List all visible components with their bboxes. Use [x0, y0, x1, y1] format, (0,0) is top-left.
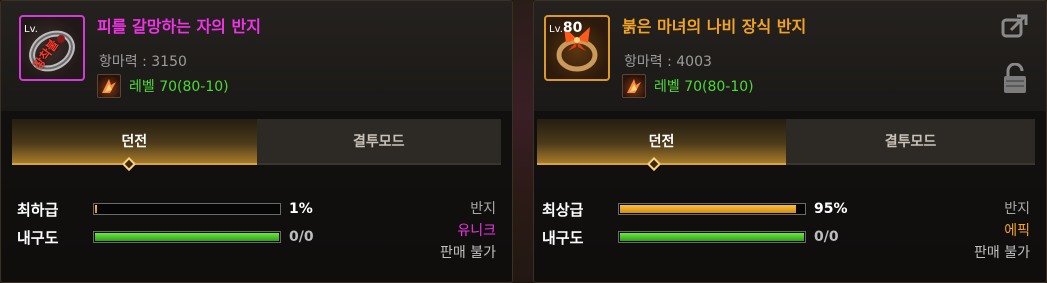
grade-bar-fill — [95, 205, 97, 213]
requirement-row: 레벨 70(80-10) — [97, 74, 229, 98]
lock-icon[interactable] — [1000, 62, 1030, 93]
grade-row: 최하급 1% — [17, 197, 313, 221]
durability-row: 내구도 0/0 — [17, 225, 314, 249]
magic-power: 항마력 : 3150 — [99, 54, 187, 70]
grade-value: 1% — [289, 201, 313, 217]
item-name: 붉은 마녀의 나비 장식 반지 — [622, 17, 807, 36]
item-type: 반지 — [1004, 201, 1030, 217]
sell-status: 판매 불가 — [974, 245, 1030, 261]
item-tooltip-blood-ring: Lv. 장착불 피를 갈망하는 자의 반지 항마력 : 3150 레벨 70(8… — [0, 0, 513, 283]
tab-dungeon[interactable]: 던전 — [12, 119, 257, 165]
item-tooltip-witch-ring: Lv.80 붉은 마녀의 나비 장식 반지 항마력 : 4003 레벨 70(8… — [533, 0, 1047, 283]
durability-value: 0/0 — [814, 229, 839, 245]
durability-bar-fill — [620, 233, 804, 241]
level-badge: Lv.80 — [549, 20, 583, 36]
durability-bar — [93, 231, 281, 243]
tab-pvp[interactable]: 결투모드 — [256, 119, 501, 165]
item-rarity: 유니크 — [457, 223, 496, 239]
item-meta: 반지 에픽 판매 불가 — [974, 198, 1030, 264]
grade-label: 최하급 — [17, 200, 59, 219]
grade-bar-fill — [620, 205, 796, 213]
tab-dungeon[interactable]: 던전 — [537, 119, 786, 165]
grade-label: 최상급 — [542, 200, 584, 219]
share-icon[interactable] — [1000, 13, 1030, 41]
item-meta: 반지 유니크 판매 불가 — [440, 198, 496, 264]
tab-pvp[interactable]: 결투모드 — [786, 119, 1035, 165]
item-icon[interactable]: Lv. 장착불 — [19, 15, 85, 81]
durability-bar-fill — [95, 233, 279, 241]
level-requirement: 레벨 70(80-10) — [654, 79, 754, 95]
durability-bar — [618, 231, 806, 243]
magic-power: 항마력 : 4003 — [624, 54, 712, 70]
durability-row: 내구도 0/0 — [542, 225, 839, 249]
item-name: 피를 갈망하는 자의 반지 — [97, 17, 261, 36]
class-icon — [622, 74, 646, 98]
grade-row: 최상급 95% — [542, 197, 848, 221]
requirement-row: 레벨 70(80-10) — [622, 74, 754, 98]
grade-bar — [618, 203, 806, 215]
item-rarity: 에픽 — [1004, 223, 1030, 239]
mode-tabs: 던전 결투모드 — [537, 119, 1035, 165]
grade-bar — [93, 203, 281, 215]
level-requirement: 레벨 70(80-10) — [129, 79, 229, 95]
level-badge: Lv. — [24, 24, 38, 35]
item-icon[interactable]: Lv.80 — [544, 15, 610, 81]
grade-value: 95% — [814, 201, 848, 217]
background-gap — [513, 0, 533, 283]
durability-label: 내구도 — [542, 228, 584, 247]
durability-label: 내구도 — [17, 228, 59, 247]
mode-tabs: 던전 결투모드 — [12, 119, 501, 165]
item-type: 반지 — [470, 201, 496, 217]
class-icon — [97, 74, 121, 98]
durability-value: 0/0 — [289, 229, 314, 245]
sell-status: 판매 불가 — [440, 245, 496, 261]
